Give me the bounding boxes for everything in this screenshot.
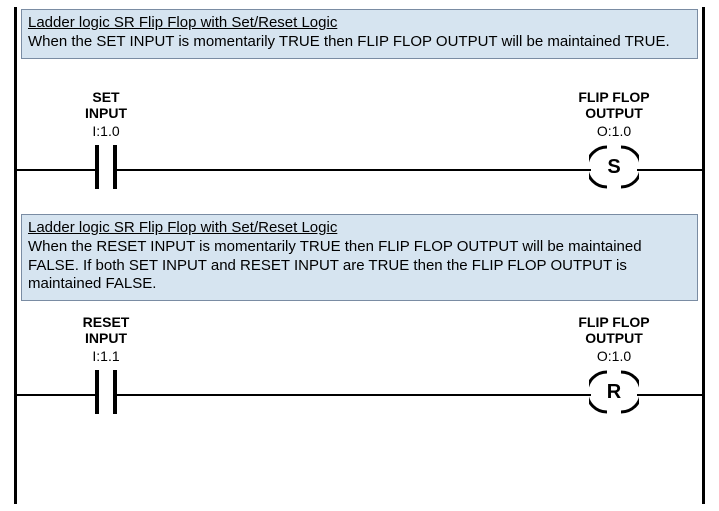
contact-label: SET INPUT xyxy=(61,89,151,121)
rung-wire xyxy=(17,394,95,396)
coil-address: O:1.0 xyxy=(559,348,669,364)
rung-wire xyxy=(17,169,95,171)
coil-label: FLIP FLOP OUTPUT xyxy=(559,314,669,346)
rung-comment: Ladder logic SR Flip Flop with Set/Reset… xyxy=(21,214,698,301)
contact-normally-open: SET INPUT I:1.0 xyxy=(61,89,151,189)
rung-comment-title: Ladder logic SR Flip Flop with Set/Reset… xyxy=(28,219,691,238)
coil-type-letter: R xyxy=(607,381,621,404)
rung-wire xyxy=(117,169,591,171)
coil-reset: FLIP FLOP OUTPUT O:1.0 R xyxy=(559,314,669,414)
coil-symbol-icon: S xyxy=(559,145,669,189)
coil-label: FLIP FLOP OUTPUT xyxy=(559,89,669,121)
coil-type-letter: S xyxy=(607,156,620,179)
coil-symbol-icon: R xyxy=(559,370,669,414)
rung-wire xyxy=(117,394,591,396)
contact-address: I:1.1 xyxy=(61,348,151,364)
rung-comment: Ladder logic SR Flip Flop with Set/Reset… xyxy=(21,9,698,59)
rung-comment-body: When the SET INPUT is momentarily TRUE t… xyxy=(28,33,670,50)
contact-symbol-icon xyxy=(61,145,151,189)
contact-label: RESET INPUT xyxy=(61,314,151,346)
rung-wire xyxy=(637,394,702,396)
contact-address: I:1.0 xyxy=(61,123,151,139)
rung-comment-title: Ladder logic SR Flip Flop with Set/Reset… xyxy=(28,14,691,33)
coil-address: O:1.0 xyxy=(559,123,669,139)
rung-wire xyxy=(637,169,702,171)
coil-set: FLIP FLOP OUTPUT O:1.0 S xyxy=(559,89,669,189)
ladder-diagram: Ladder logic SR Flip Flop with Set/Reset… xyxy=(14,7,705,504)
contact-normally-open: RESET INPUT I:1.1 xyxy=(61,314,151,414)
rung-comment-body: When the RESET INPUT is momentarily TRUE… xyxy=(28,238,642,293)
contact-symbol-icon xyxy=(61,370,151,414)
